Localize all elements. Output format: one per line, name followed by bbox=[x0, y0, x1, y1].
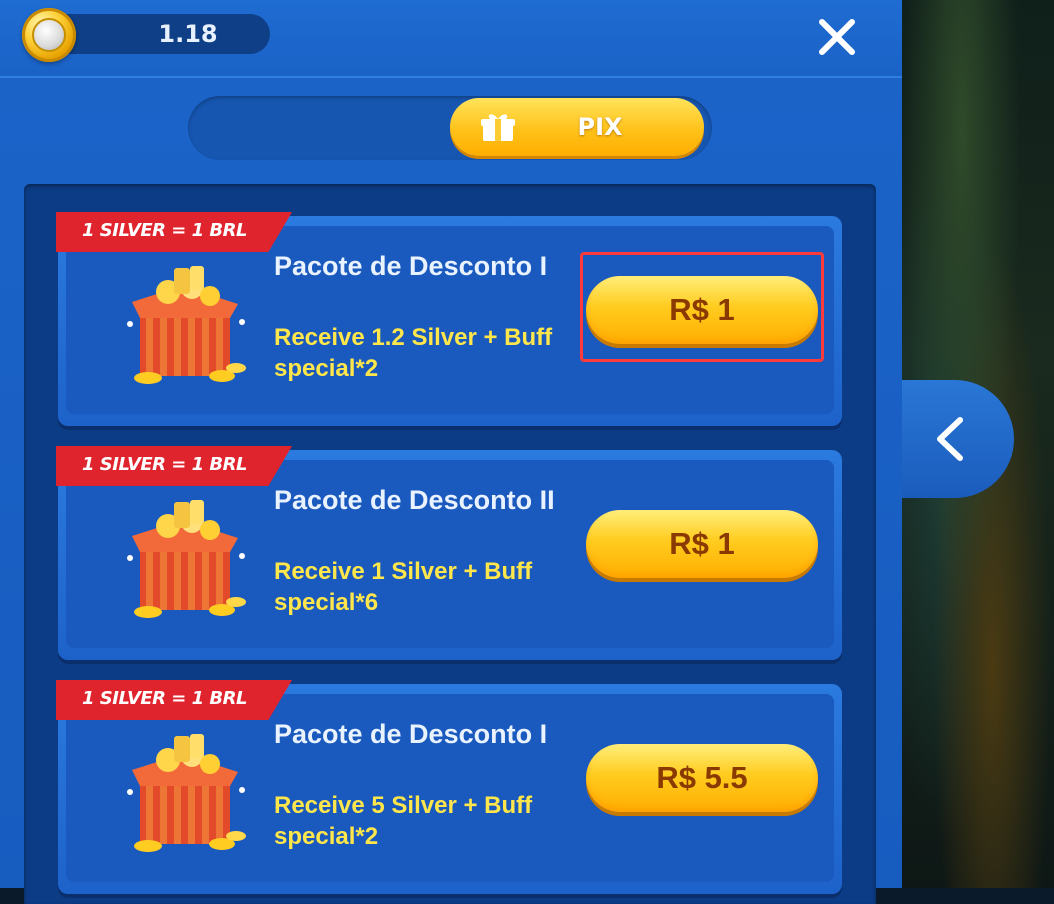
package-card: 1 SILVER = 1 BRL bbox=[56, 680, 842, 894]
rate-ribbon: 1 SILVER = 1 BRL bbox=[56, 446, 292, 486]
top-bar: 1.18 bbox=[0, 0, 902, 78]
shop-panel: 1.18 PIX 1 SILVER = 1 BRL Pacote de Desc… bbox=[0, 0, 902, 904]
buy-button[interactable]: R$ 1 bbox=[586, 510, 818, 578]
package-card: 1 SILVER = 1 BRL bbox=[56, 446, 842, 660]
rate-ribbon: 1 SILVER = 1 BRL bbox=[56, 212, 292, 252]
coin-icon bbox=[22, 8, 76, 62]
gift-icon bbox=[481, 114, 515, 141]
rate-ribbon-text: 1 SILVER = 1 BRL bbox=[82, 220, 248, 241]
treasure-box-icon bbox=[127, 500, 246, 618]
package-description: Receive 1.2 Silver + Buff special*2 bbox=[274, 324, 553, 382]
package-description: Receive 5 Silver + Buff special*2 bbox=[274, 792, 533, 850]
close-icon bbox=[819, 19, 855, 55]
package-title: Pacote de Desconto I bbox=[274, 251, 548, 281]
package-card: 1 SILVER = 1 BRL bbox=[56, 212, 842, 426]
package-description: Receive 1 Silver + Buff special*6 bbox=[274, 558, 533, 616]
buy-button[interactable]: R$ 5.5 bbox=[586, 744, 818, 812]
rate-ribbon-text: 1 SILVER = 1 BRL bbox=[82, 454, 248, 475]
package-title: Pacote de Desconto II bbox=[274, 485, 555, 515]
buy-button[interactable]: R$ 1 bbox=[586, 276, 818, 344]
treasure-box-icon bbox=[127, 734, 246, 852]
package-title: Pacote de Desconto I bbox=[274, 719, 548, 749]
payment-tabs: PIX bbox=[188, 96, 712, 160]
tab-pix[interactable]: PIX bbox=[450, 98, 704, 156]
rate-ribbon: 1 SILVER = 1 BRL bbox=[56, 680, 292, 720]
balance-value: 1.18 bbox=[158, 20, 218, 48]
treasure-box-icon bbox=[127, 266, 246, 384]
close-button[interactable] bbox=[812, 12, 862, 62]
package-list: 1 SILVER = 1 BRL Pacote de Desconto I Re… bbox=[24, 184, 876, 904]
chevron-left-icon bbox=[937, 417, 963, 461]
rate-ribbon-text: 1 SILVER = 1 BRL bbox=[82, 688, 248, 709]
tab-pix-label: PIX bbox=[577, 113, 623, 141]
